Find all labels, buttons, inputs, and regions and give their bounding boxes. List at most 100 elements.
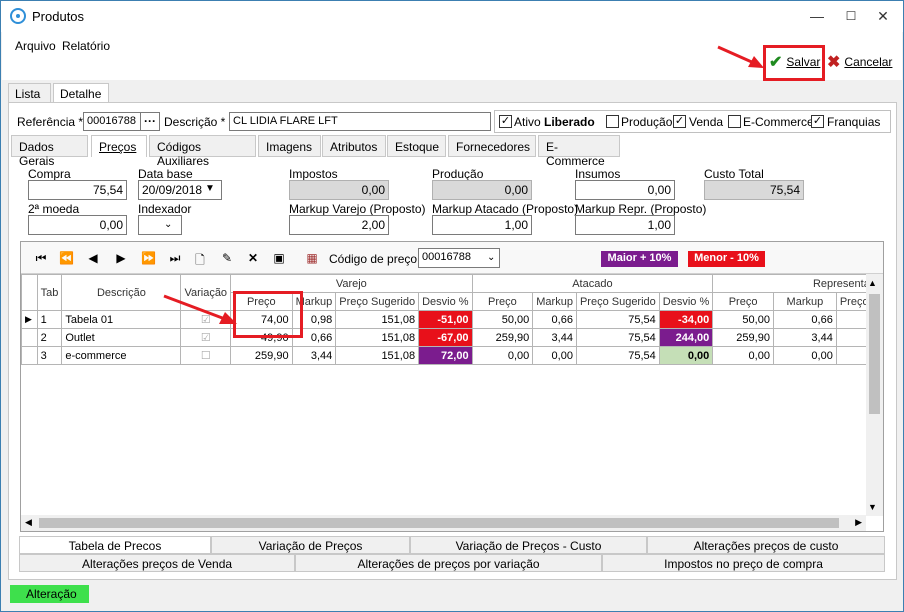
ativo-checkbox[interactable]: ✓ [499,115,512,128]
tab-alteracoes-variacao[interactable]: Alterações de preços por variação [295,554,602,572]
cell-atacado-preco[interactable]: 259,90 [471,328,534,347]
delete-icon[interactable]: ✕ [246,251,260,265]
tab-variacao-precos[interactable]: Variação de Preços [211,536,410,554]
scroll-up-icon[interactable]: ▲ [868,278,877,288]
next-record-icon[interactable]: ▶ [114,251,128,265]
maximize-button[interactable]: ☐ [837,5,865,27]
col-repr-markup[interactable]: Markup [772,292,837,311]
cell-varejo-sugerido[interactable]: 151,08 [335,310,420,329]
horizontal-scrollbar[interactable]: ◀ ▶ [21,515,866,531]
cell-repr-markup[interactable]: 0,66 [772,310,837,329]
tab-atributos[interactable]: Atributos [322,135,386,157]
compra-field[interactable]: 75,54 [28,180,127,200]
cell-tab[interactable]: 3 [36,346,63,365]
cell-atacado-sugerido[interactable]: 75,54 [575,328,660,347]
cell-varejo-markup[interactable]: 3,44 [291,346,337,365]
tab-codigos-auxiliares[interactable]: Códigos Auxiliares [149,135,256,168]
segunda-moeda-field[interactable]: 0,00 [28,215,127,235]
markup-atacado-field[interactable]: 1,00 [432,215,532,235]
markup-repr-field[interactable]: 1,00 [575,215,675,235]
cell-descricao[interactable]: Outlet [61,328,182,347]
cell-atacado-preco[interactable]: 0,00 [471,346,534,365]
variacao-checkbox[interactable]: ☑ [180,328,232,347]
ecommerce-checkbox[interactable] [728,115,741,128]
vertical-scrollbar[interactable]: ▲ ▼ [866,274,883,516]
cell-repr-markup[interactable]: 0,00 [772,346,837,365]
referencia-lookup-button[interactable]: ··· [140,112,160,131]
producao-checkbox[interactable] [606,115,619,128]
insumos-field[interactable]: 0,00 [575,180,675,200]
calendar-dropdown-icon[interactable]: ▼ [205,183,215,194]
cell-descricao[interactable]: e-commerce [61,346,182,365]
cell-tab[interactable]: 2 [36,328,63,347]
cell-tab[interactable]: 1 [36,310,63,329]
tab-tabela-precos[interactable]: Tabela de Precos [19,536,211,554]
cell-varejo-desvio[interactable]: -51,00 [418,310,473,329]
col-varejo-desvio[interactable]: Desvio % [418,292,473,311]
cell-atacado-sugerido[interactable]: 75,54 [575,346,660,365]
close-button[interactable]: ✕ [869,5,897,27]
col-repr-preco[interactable]: Preço [712,292,774,311]
cell-varejo-desvio[interactable]: 72,00 [418,346,473,365]
minimize-button[interactable]: — [803,5,831,27]
tab-precos[interactable]: Preços [91,135,147,157]
variacao-checkbox[interactable]: ☐ [180,346,232,365]
cell-repr-preco[interactable]: 50,00 [712,310,774,329]
col-atacado-preco[interactable]: Preço [471,292,534,311]
tab-impostos-compra[interactable]: Impostos no preço de compra [602,554,885,572]
tab-variacao-precos-custo[interactable]: Variação de Preços - Custo [410,536,647,554]
scroll-down-icon[interactable]: ▼ [868,502,877,512]
cell-varejo-desvio[interactable]: -67,00 [418,328,473,347]
cell-repr-markup[interactable]: 3,44 [772,328,837,347]
cell-repr-preco[interactable]: 0,00 [712,346,774,365]
tab-estoque[interactable]: Estoque [387,135,446,157]
cell-atacado-preco[interactable]: 50,00 [471,310,534,329]
cell-atacado-desvio[interactable]: 244,00 [658,328,714,347]
cell-repr-preco[interactable]: 259,90 [712,328,774,347]
cell-varejo-sugerido[interactable]: 151,08 [335,328,420,347]
cell-atacado-markup[interactable]: 0,66 [532,310,577,329]
cell-atacado-desvio[interactable]: 0,00 [658,346,714,365]
scroll-thumb-h[interactable] [39,518,839,528]
prev-record-icon[interactable]: ◀ [86,251,100,265]
scroll-thumb[interactable] [869,294,880,414]
table-row[interactable]: 2 Outlet ☑ 49,90 0,66 151,08 -67,00 259,… [21,328,884,347]
cancel-button[interactable]: ✖ Cancelar [827,43,892,81]
col-atacado-markup[interactable]: Markup [532,292,577,311]
col-atacado-desvio[interactable]: Desvio % [658,292,714,311]
indexador-select[interactable] [138,215,182,235]
cell-varejo-sugerido[interactable]: 151,08 [335,346,420,365]
cell-atacado-markup[interactable]: 0,00 [532,346,577,365]
tab-fornecedores[interactable]: Fornecedores [448,135,536,157]
new-document-icon[interactable]: 🗋 [193,251,207,272]
table-row[interactable]: 3 e-commerce ☐ 259,90 3,44 151,08 72,00 … [21,346,884,365]
tab-alteracoes-venda[interactable]: Alterações preços de Venda [19,554,295,572]
scroll-right-icon[interactable]: ▶ [855,517,862,528]
menu-relatorio[interactable]: Relatório [62,39,110,53]
descricao-field[interactable]: CL LIDIA FLARE LFT [229,112,491,131]
col-varejo-sugerido[interactable]: Preço Sugerido [335,292,420,311]
cell-atacado-markup[interactable]: 3,44 [532,328,577,347]
next-page-icon[interactable]: ⏩ [141,251,156,265]
prev-page-icon[interactable]: ⏪ [59,251,74,265]
scroll-left-icon[interactable]: ◀ [25,517,32,528]
cell-atacado-desvio[interactable]: -34,00 [658,310,714,329]
cell-atacado-sugerido[interactable]: 75,54 [575,310,660,329]
franquias-checkbox[interactable]: ✓ [811,115,824,128]
tab-alteracoes-custo[interactable]: Alterações preços de custo [647,536,885,554]
tab-imagens[interactable]: Imagens [258,135,321,157]
cell-varejo-preco[interactable]: 259,90 [230,346,293,365]
last-record-icon[interactable]: ⏭ [168,251,182,266]
tab-dados-gerais[interactable]: Dados Gerais [11,135,88,168]
table-row[interactable]: ▶ 1 Tabela 01 ☑ 74,00 0,98 151,08 -51,00… [21,310,884,329]
first-record-icon[interactable]: ⏮ [34,251,48,266]
markup-varejo-field[interactable]: 2,00 [289,215,389,235]
venda-checkbox[interactable]: ✓ [673,115,686,128]
col-tab[interactable]: Tab [36,274,63,311]
tab-lista[interactable]: Lista [8,83,51,102]
menu-arquivo[interactable]: Arquivo [15,39,56,53]
tab-ecommerce[interactable]: E-Commerce [538,135,620,168]
save-grid-icon[interactable]: ▣ [272,251,286,265]
edit-icon[interactable]: ✎ [220,251,234,265]
col-atacado-sugerido[interactable]: Preço Sugerido [575,292,660,311]
